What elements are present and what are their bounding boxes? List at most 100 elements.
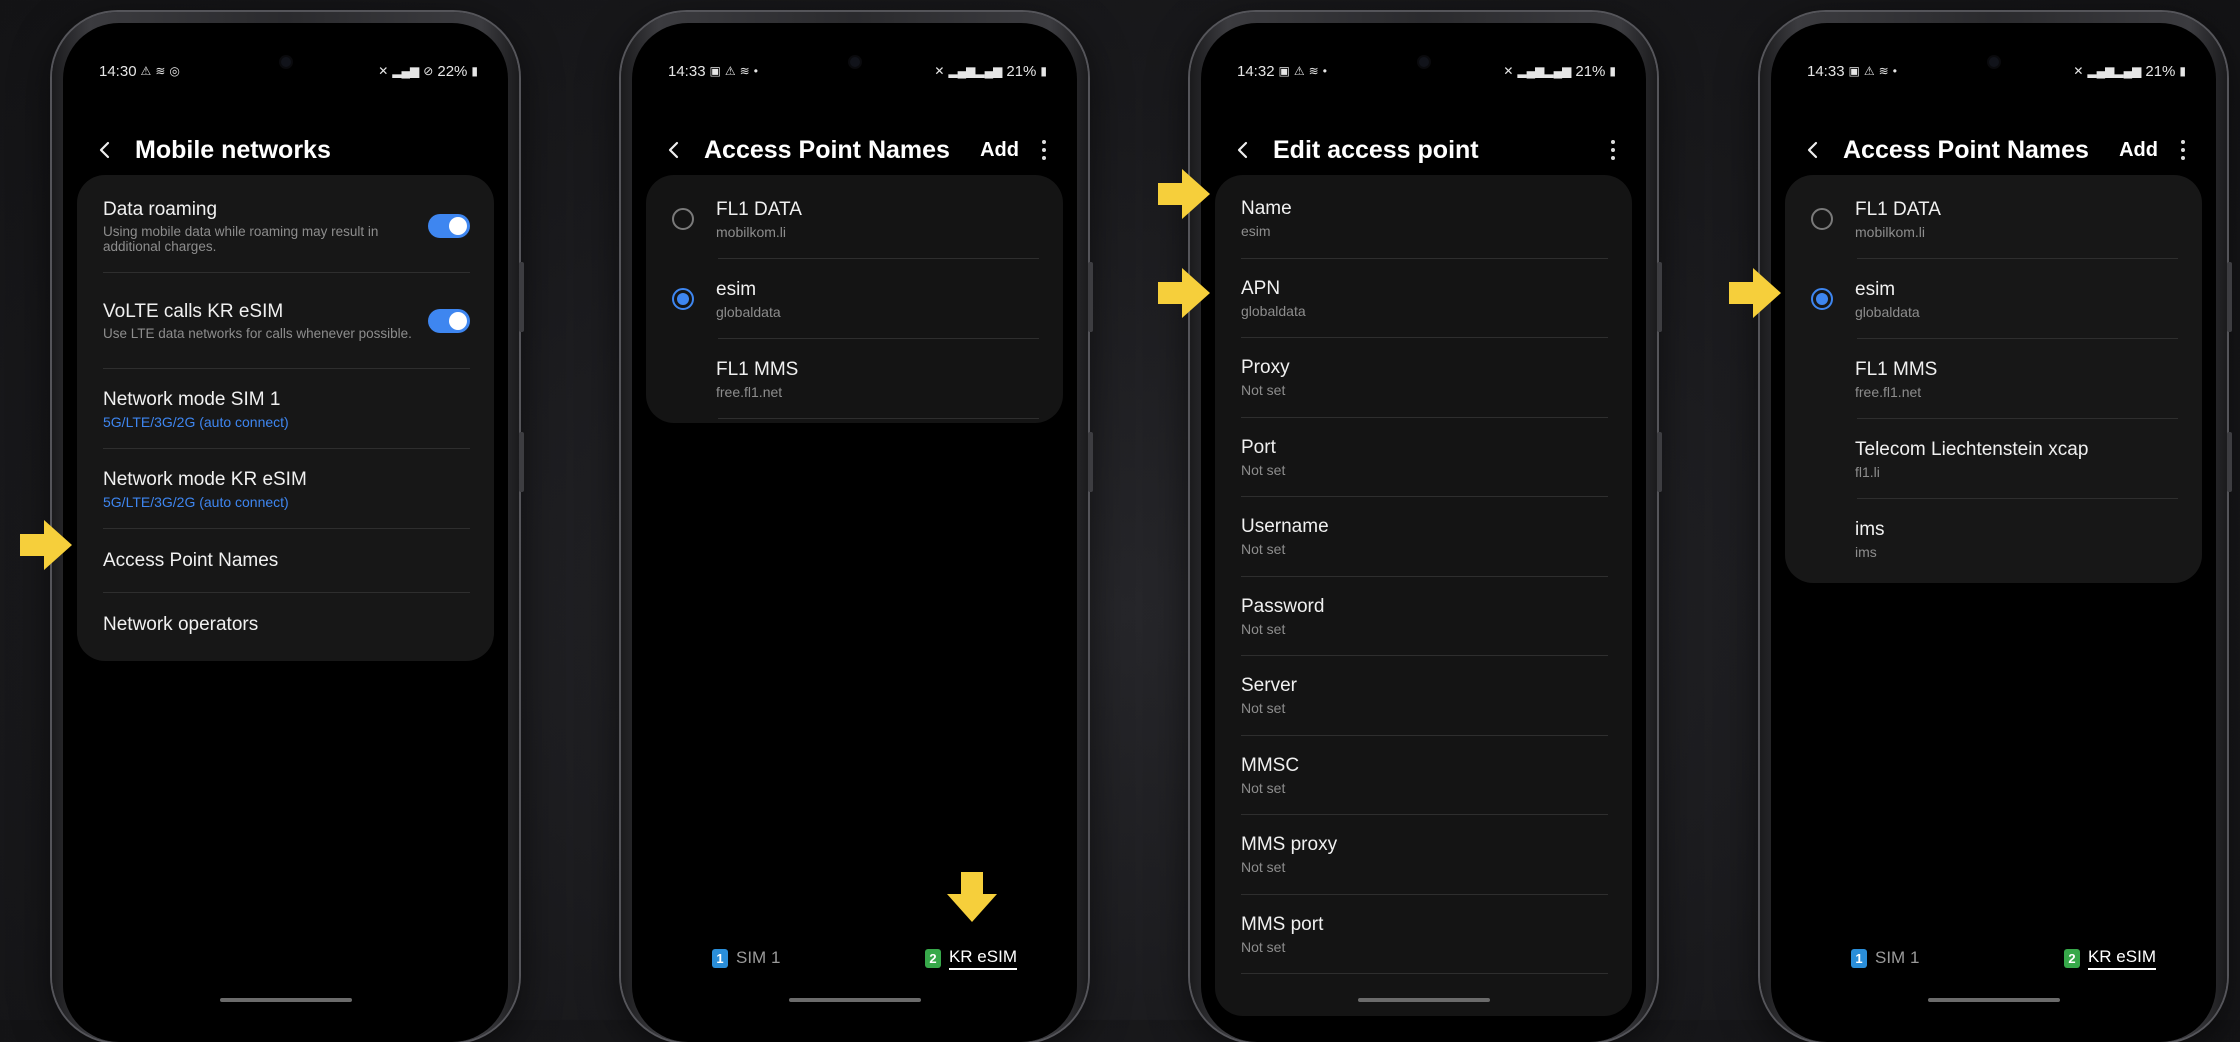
more-options-icon[interactable] xyxy=(1608,140,1618,160)
data-roaming-row[interactable]: Data roaming Using mobile data while roa… xyxy=(77,179,494,273)
field-mms-port[interactable]: MMS port Not set xyxy=(1215,895,1632,974)
apn-radio[interactable] xyxy=(672,208,694,230)
field-password[interactable]: Password Not set xyxy=(1215,577,1632,656)
screen: 14:32 ▣ ⚠ ≋ • ✕ ▂▄▆▂▄▆ 21% ▮ Edit access… xyxy=(1201,23,1646,1042)
dot-icon: • xyxy=(1892,64,1897,78)
apn-value: mobilkom.li xyxy=(716,223,787,240)
sim1-icon: 1 xyxy=(1851,948,1867,968)
back-button[interactable] xyxy=(91,136,119,164)
row-subtitle: Use LTE data networks for calls whenever… xyxy=(103,326,412,341)
apn-item-fl1-data[interactable]: FL1 DATA mobilkom.li xyxy=(646,179,1063,259)
dnd-icon: ⊘ xyxy=(423,64,434,78)
status-bar: 14:33 ▣ ⚠ ≋ • ✕ ▂▄▆▂▄▆ 21% ▮ xyxy=(668,59,1047,83)
mute-icon: ✕ xyxy=(1503,64,1514,78)
screen: 14:30 ⚠ ≋ ◎ ✕ ▂▄▆ ⊘ 22% ▮ Mobile network… xyxy=(63,23,508,1042)
apn-value: globaldata xyxy=(1855,303,1920,320)
sim-label: SIM 1 xyxy=(1875,948,1920,967)
kr-esim-tab[interactable]: 2 KR eSIM xyxy=(2063,947,2156,970)
kr-esim-tab[interactable]: 2 KR eSIM xyxy=(924,947,1017,970)
apn-value: fl1.li xyxy=(1855,463,1880,480)
settings-card: Data roaming Using mobile data while roa… xyxy=(77,175,494,661)
apn-item-esim[interactable]: esim globaldata xyxy=(646,259,1063,339)
field-port[interactable]: Port Not set xyxy=(1215,418,1632,497)
network-operators-row[interactable]: Network operators xyxy=(77,593,494,657)
data-roaming-toggle[interactable] xyxy=(428,214,470,238)
signal-icon: ▂▄▆▂▄▆ xyxy=(2087,64,2142,78)
sim-selector: 1 SIM 1 2 KR eSIM xyxy=(712,943,1017,973)
app-bar: Mobile networks xyxy=(91,123,480,177)
more-options-icon[interactable] xyxy=(2178,140,2188,160)
screen: 14:33 ▣ ⚠ ≋ • ✕ ▂▄▆▂▄▆ 21% ▮ Access Poin… xyxy=(1771,23,2216,1042)
network-mode-sim1-row[interactable]: Network mode SIM 1 5G/LTE/3G/2G (auto co… xyxy=(77,369,494,449)
field-server[interactable]: Server Not set xyxy=(1215,656,1632,736)
sim2-icon: 2 xyxy=(924,948,941,968)
gallery-icon: ▣ xyxy=(709,64,721,78)
wifi-icon: ≋ xyxy=(1308,64,1319,78)
field-label: MMS port xyxy=(1241,913,1324,935)
network-mode-esim-row[interactable]: Network mode KR eSIM 5G/LTE/3G/2G (auto … xyxy=(77,449,494,529)
phone-mobile-networks: 14:30 ⚠ ≋ ◎ ✕ ▂▄▆ ⊘ 22% ▮ Mobile network… xyxy=(52,12,524,1042)
home-indicator[interactable] xyxy=(219,998,352,1002)
battery-icon: ▮ xyxy=(1609,64,1616,78)
field-label: MMS proxy xyxy=(1241,834,1338,856)
battery-percent: 21% xyxy=(1575,62,1606,80)
apn-item-fl1-mms[interactable]: FL1 MMS free.fl1.net xyxy=(1785,339,2202,419)
sim1-tab[interactable]: 1 SIM 1 xyxy=(712,948,780,968)
field-proxy[interactable]: Proxy Not set xyxy=(1215,338,1632,418)
add-apn-button[interactable]: Add xyxy=(980,139,1019,162)
apn-radio[interactable] xyxy=(1811,208,1833,230)
sim-label: SIM 1 xyxy=(736,948,781,967)
notification-icon: ⚠ xyxy=(724,64,736,78)
arrow-down-icon xyxy=(947,872,997,922)
apn-item-fl1-data[interactable]: FL1 DATA mobilkom.li xyxy=(1785,179,2202,259)
apn-value: globaldata xyxy=(716,303,781,320)
row-title: VoLTE calls KR eSIM xyxy=(103,301,284,322)
apn-item-esim[interactable]: esim globaldata xyxy=(1785,259,2202,339)
notification-icon: ⚠ xyxy=(1293,64,1305,78)
arrow-right-icon xyxy=(20,520,72,570)
status-time: 14:32 xyxy=(1237,62,1275,80)
field-value: Not set xyxy=(1241,382,1286,399)
apn-name: esim xyxy=(716,278,757,300)
more-options-icon[interactable] xyxy=(1039,140,1049,160)
apn-list-card: FL1 DATA mobilkom.li esim globaldata FL1… xyxy=(646,175,1063,423)
apn-radio-selected[interactable] xyxy=(1811,288,1833,310)
field-apn[interactable]: APN globaldata xyxy=(1215,259,1632,338)
apn-name: Telecom Liechtenstein xcap xyxy=(1855,438,2089,460)
home-indicator[interactable] xyxy=(1927,998,2060,1002)
home-indicator[interactable] xyxy=(1357,998,1490,1002)
add-apn-button[interactable]: Add xyxy=(2119,139,2158,162)
field-mmsc[interactable]: MMSC Not set xyxy=(1215,736,1632,815)
apn-radio-selected[interactable] xyxy=(672,288,694,310)
access-point-names-row[interactable]: Access Point Names xyxy=(77,529,494,593)
apn-item-telecom-xcap[interactable]: Telecom Liechtenstein xcap fl1.li xyxy=(1785,419,2202,499)
status-time: 14:33 xyxy=(1807,62,1845,80)
apn-item-ims[interactable]: ims ims xyxy=(1785,499,2202,579)
back-button[interactable] xyxy=(1229,136,1257,164)
back-button[interactable] xyxy=(1799,136,1827,164)
page-title: Access Point Names xyxy=(704,135,950,164)
notification-icon: ⚠ xyxy=(1863,64,1875,78)
row-subtitle: Using mobile data while roaming may resu… xyxy=(103,223,379,254)
apn-item-fl1-mms[interactable]: FL1 MMS free.fl1.net xyxy=(646,339,1063,419)
page-title: Edit access point xyxy=(1273,135,1479,164)
battery-percent: 21% xyxy=(1006,62,1037,80)
sim1-tab[interactable]: 1 SIM 1 xyxy=(1851,948,1919,968)
field-name[interactable]: Name esim xyxy=(1215,179,1632,259)
volte-toggle[interactable] xyxy=(428,309,470,333)
gallery-icon: ▣ xyxy=(1278,64,1290,78)
volte-row[interactable]: VoLTE calls KR eSIM Use LTE data network… xyxy=(77,273,494,369)
home-indicator[interactable] xyxy=(788,998,921,1002)
apn-list-card: FL1 DATA mobilkom.li esim globaldata FL1… xyxy=(1785,175,2202,583)
field-mms-proxy[interactable]: MMS proxy Not set xyxy=(1215,815,1632,895)
apn-name: FL1 MMS xyxy=(716,358,799,380)
mute-icon: ✕ xyxy=(378,64,389,78)
notification-icon: ⚠ xyxy=(140,64,152,78)
field-label: Port xyxy=(1241,436,1276,458)
phone-apn-list-updated: 14:33 ▣ ⚠ ≋ • ✕ ▂▄▆▂▄▆ 21% ▮ Access Poin… xyxy=(1760,12,2232,1042)
back-button[interactable] xyxy=(660,136,688,164)
row-title: Data roaming xyxy=(103,198,218,220)
field-username[interactable]: Username Not set xyxy=(1215,497,1632,577)
sim-selector: 1 SIM 1 2 KR eSIM xyxy=(1851,943,2156,973)
field-value: Not set xyxy=(1241,859,1286,876)
